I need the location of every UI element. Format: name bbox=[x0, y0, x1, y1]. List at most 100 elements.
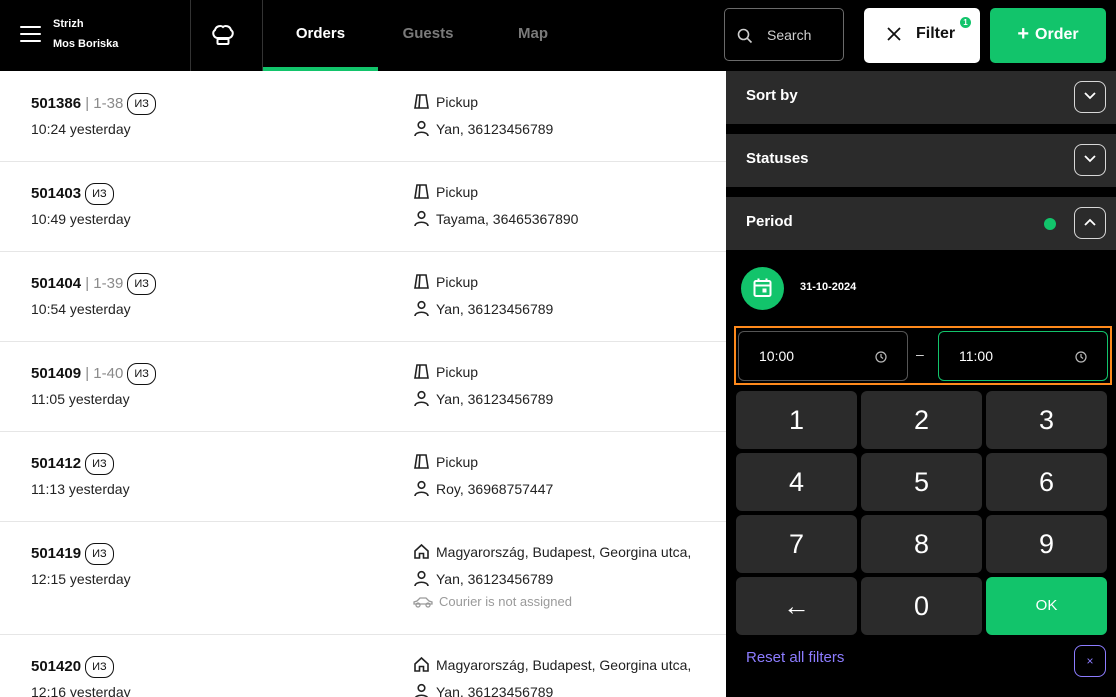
chevron-up-icon[interactable] bbox=[1074, 207, 1106, 239]
key-7[interactable]: 7 bbox=[736, 515, 857, 573]
order-row[interactable]: 501386 | 1-38 ИЗ 10:24 yesterday Pickup Y… bbox=[0, 71, 726, 162]
order-number-line: 501409 | 1-40 ИЗ bbox=[31, 363, 156, 385]
order-time: 12:15 yesterday bbox=[31, 571, 131, 587]
order-customer: Yan, 36123456789 bbox=[413, 570, 553, 587]
order-type: Pickup bbox=[413, 273, 478, 290]
person-icon bbox=[414, 390, 429, 407]
selected-date: 31-10-2024 bbox=[800, 281, 857, 293]
tab-map[interactable]: Map bbox=[490, 0, 576, 71]
order-type: Pickup bbox=[413, 363, 478, 380]
order-customer: Tayama, 36465367890 bbox=[413, 210, 578, 227]
order-tag: ИЗ bbox=[85, 656, 114, 678]
tab-orders[interactable]: Orders bbox=[263, 0, 378, 71]
order-row[interactable]: 501409 | 1-40 ИЗ 11:05 yesterday Pickup Y… bbox=[0, 342, 726, 432]
filter-count-badge: 1 bbox=[960, 17, 971, 28]
courier-status: Courier is not assigned bbox=[413, 594, 572, 609]
order-time: 11:05 yesterday bbox=[31, 391, 130, 407]
order-row[interactable]: 501419 ИЗ 12:15 yesterday Magyarország, B… bbox=[0, 522, 726, 635]
order-address: Magyarország, Budapest, Georgina utca, bbox=[413, 656, 691, 673]
chevron-down-icon[interactable] bbox=[1074, 144, 1106, 176]
pickup-icon bbox=[414, 454, 429, 469]
order-slot: | 1-38 bbox=[85, 95, 124, 112]
time-from-input[interactable]: 10:00 bbox=[738, 331, 908, 381]
period-section[interactable]: Period bbox=[726, 197, 1116, 250]
order-row[interactable]: 501404 | 1-39 ИЗ 10:54 yesterday Pickup Y… bbox=[0, 252, 726, 342]
order-number: 501412 bbox=[31, 455, 82, 472]
reset-close-button[interactable]: × bbox=[1074, 645, 1106, 677]
key-6[interactable]: 6 bbox=[986, 453, 1107, 511]
order-row[interactable]: 501412 ИЗ 11:13 yesterday Pickup Roy, 369… bbox=[0, 432, 726, 522]
search-label: Search bbox=[767, 27, 812, 43]
sort-by-section[interactable]: Sort by bbox=[726, 71, 1116, 124]
order-number-line: 501419 ИЗ bbox=[31, 543, 114, 565]
reset-filters-link[interactable]: Reset all filters bbox=[746, 649, 844, 666]
time-from-value: 10:00 bbox=[759, 348, 795, 364]
person-icon bbox=[414, 570, 429, 587]
sort-by-label: Sort by bbox=[746, 87, 798, 104]
key-4[interactable]: 4 bbox=[736, 453, 857, 511]
statuses-label: Statuses bbox=[746, 150, 809, 167]
ok-button[interactable]: OK bbox=[986, 577, 1107, 635]
search-button[interactable]: Search bbox=[724, 8, 844, 61]
order-tag: ИЗ bbox=[127, 273, 156, 295]
time-to-input[interactable]: 11:00 bbox=[938, 331, 1108, 381]
order-number: 501420 bbox=[31, 658, 82, 675]
pickup-icon bbox=[414, 184, 429, 199]
order-time: 10:54 yesterday bbox=[31, 301, 131, 317]
order-address: Magyarország, Budapest, Georgina utca, bbox=[413, 543, 691, 560]
filter-button[interactable]: Filter 1 bbox=[864, 8, 980, 63]
account-info: Strizh Mos Boriska bbox=[53, 14, 118, 54]
period-label: Period bbox=[746, 213, 793, 230]
home-icon bbox=[414, 656, 429, 672]
backspace-key[interactable]: ← bbox=[736, 577, 857, 635]
clock-icon bbox=[1075, 350, 1087, 368]
order-slot: | 1-39 bbox=[85, 275, 124, 292]
clock-icon bbox=[875, 350, 887, 368]
search-icon bbox=[737, 28, 753, 49]
order-type: Pickup bbox=[413, 453, 478, 470]
pickup-icon bbox=[414, 364, 429, 379]
calendar-icon bbox=[753, 278, 772, 297]
order-row[interactable]: 501420 ИЗ 12:16 yesterday Magyarország, B… bbox=[0, 635, 726, 697]
order-number-line: 501403 ИЗ bbox=[31, 183, 114, 205]
key-2[interactable]: 2 bbox=[861, 391, 982, 449]
chevron-down-icon[interactable] bbox=[1074, 81, 1106, 113]
divider bbox=[190, 0, 191, 71]
key-9[interactable]: 9 bbox=[986, 515, 1107, 573]
key-1[interactable]: 1 bbox=[736, 391, 857, 449]
menu-icon[interactable] bbox=[20, 26, 41, 42]
new-order-button[interactable]: + Order bbox=[990, 8, 1106, 63]
statuses-section[interactable]: Statuses bbox=[726, 134, 1116, 187]
time-range: 10:00 – 11:00 bbox=[734, 326, 1112, 385]
order-number: 501386 bbox=[31, 95, 82, 112]
key-0[interactable]: 0 bbox=[861, 577, 982, 635]
key-8[interactable]: 8 bbox=[861, 515, 982, 573]
order-number-line: 501420 ИЗ bbox=[31, 656, 114, 678]
car-icon bbox=[413, 597, 433, 608]
filter-panel: Sort by Statuses Period 31-10-2024 10:00… bbox=[726, 71, 1116, 697]
calendar-button[interactable] bbox=[741, 267, 784, 310]
order-type: Pickup bbox=[413, 93, 478, 110]
pickup-icon bbox=[414, 94, 429, 109]
key-3[interactable]: 3 bbox=[986, 391, 1107, 449]
order-label: Order bbox=[1035, 26, 1079, 43]
chef-hat-icon[interactable] bbox=[210, 22, 236, 48]
order-customer: Yan, 36123456789 bbox=[413, 390, 553, 407]
tab-guests[interactable]: Guests bbox=[378, 0, 478, 71]
order-customer: Yan, 36123456789 bbox=[413, 683, 553, 697]
key-5[interactable]: 5 bbox=[861, 453, 982, 511]
order-time: 10:24 yesterday bbox=[31, 121, 131, 137]
order-number-line: 501404 | 1-39 ИЗ bbox=[31, 273, 156, 295]
order-time: 11:13 yesterday bbox=[31, 481, 130, 497]
plus-icon: + bbox=[1017, 23, 1030, 45]
order-number: 501403 bbox=[31, 185, 82, 202]
order-customer: Yan, 36123456789 bbox=[413, 300, 553, 317]
filter-label: Filter bbox=[916, 25, 956, 42]
person-icon bbox=[415, 683, 428, 697]
close-icon[interactable] bbox=[886, 26, 902, 47]
order-number: 501419 bbox=[31, 545, 82, 562]
pickup-icon bbox=[414, 274, 429, 289]
order-tag: ИЗ bbox=[85, 183, 114, 205]
order-row[interactable]: 501403 ИЗ 10:49 yesterday Pickup Tayama, … bbox=[0, 162, 726, 252]
location-name: Mos Boriska bbox=[53, 38, 119, 50]
